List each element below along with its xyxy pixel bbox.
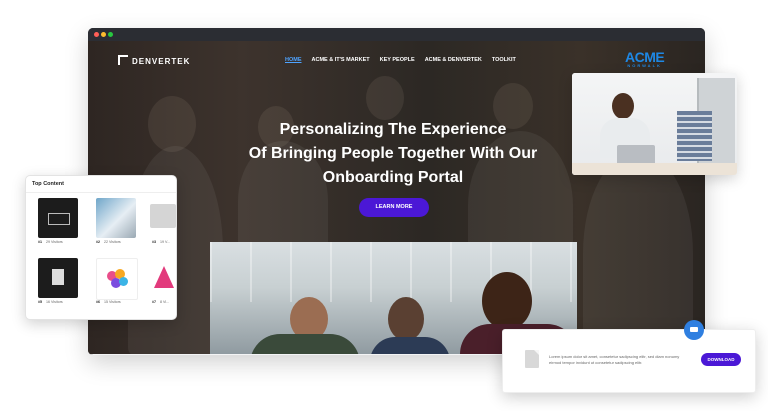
content-tile[interactable] <box>38 198 78 238</box>
close-window-button[interactable] <box>94 32 99 37</box>
download-description: Lorem ipsum dolor sit amet, consetetur s… <box>549 354 680 365</box>
background-person <box>366 76 404 120</box>
download-button[interactable]: DOWNLOAD <box>701 353 741 366</box>
top-content-title: Top Content <box>26 176 176 193</box>
content-tile[interactable] <box>96 258 138 300</box>
person-head <box>482 272 532 330</box>
brand-logo[interactable]: DENVERTEK <box>118 55 190 66</box>
content-tile[interactable] <box>38 258 78 298</box>
browser-titlebar <box>88 28 705 41</box>
desk <box>572 163 737 175</box>
content-tile[interactable] <box>150 204 176 228</box>
document-icon <box>525 350 539 368</box>
binders-stack <box>677 111 712 161</box>
top-content-card: Top Content #1 29 Visitors #2 22 Visitors … <box>25 175 177 320</box>
minimize-window-button[interactable] <box>101 32 106 37</box>
office-worker-photo <box>572 73 737 175</box>
download-card: Lorem ipsum dolor sit amet, consetetur s… <box>502 329 756 393</box>
learn-more-button[interactable]: LEARN MORE <box>359 198 429 217</box>
person-head <box>612 93 634 119</box>
video-icon <box>48 213 70 225</box>
nav-item-key-people[interactable]: KEY PEOPLE <box>380 57 415 63</box>
person-body <box>370 337 450 355</box>
hero-headline: Personalizing The Experience Of Bringing… <box>248 121 538 186</box>
person-body <box>250 334 360 355</box>
nav-item-toolkit[interactable]: TOOLKIT <box>492 57 516 63</box>
nav-item-acme-denvertek[interactable]: ACME & DENVERTEK <box>425 57 482 63</box>
brand-mark-icon <box>118 55 128 65</box>
content-tile[interactable] <box>96 198 136 238</box>
partner-tagline: NORWALK <box>627 63 662 68</box>
maximize-window-button[interactable] <box>108 32 113 37</box>
chat-icon[interactable] <box>684 320 704 340</box>
nav-item-home[interactable]: HOME <box>285 57 302 63</box>
main-nav: HOME ACME & IT'S MARKET KEY PEOPLE ACME … <box>285 57 516 63</box>
nav-item-acme-market[interactable]: ACME & IT'S MARKET <box>312 57 370 63</box>
partner-logo[interactable]: ACME NORWALK <box>625 49 665 68</box>
person-head <box>388 297 424 341</box>
background-person <box>148 96 196 152</box>
background-person <box>583 151 693 355</box>
content-tile[interactable] <box>150 258 176 298</box>
document-icon <box>52 269 64 285</box>
